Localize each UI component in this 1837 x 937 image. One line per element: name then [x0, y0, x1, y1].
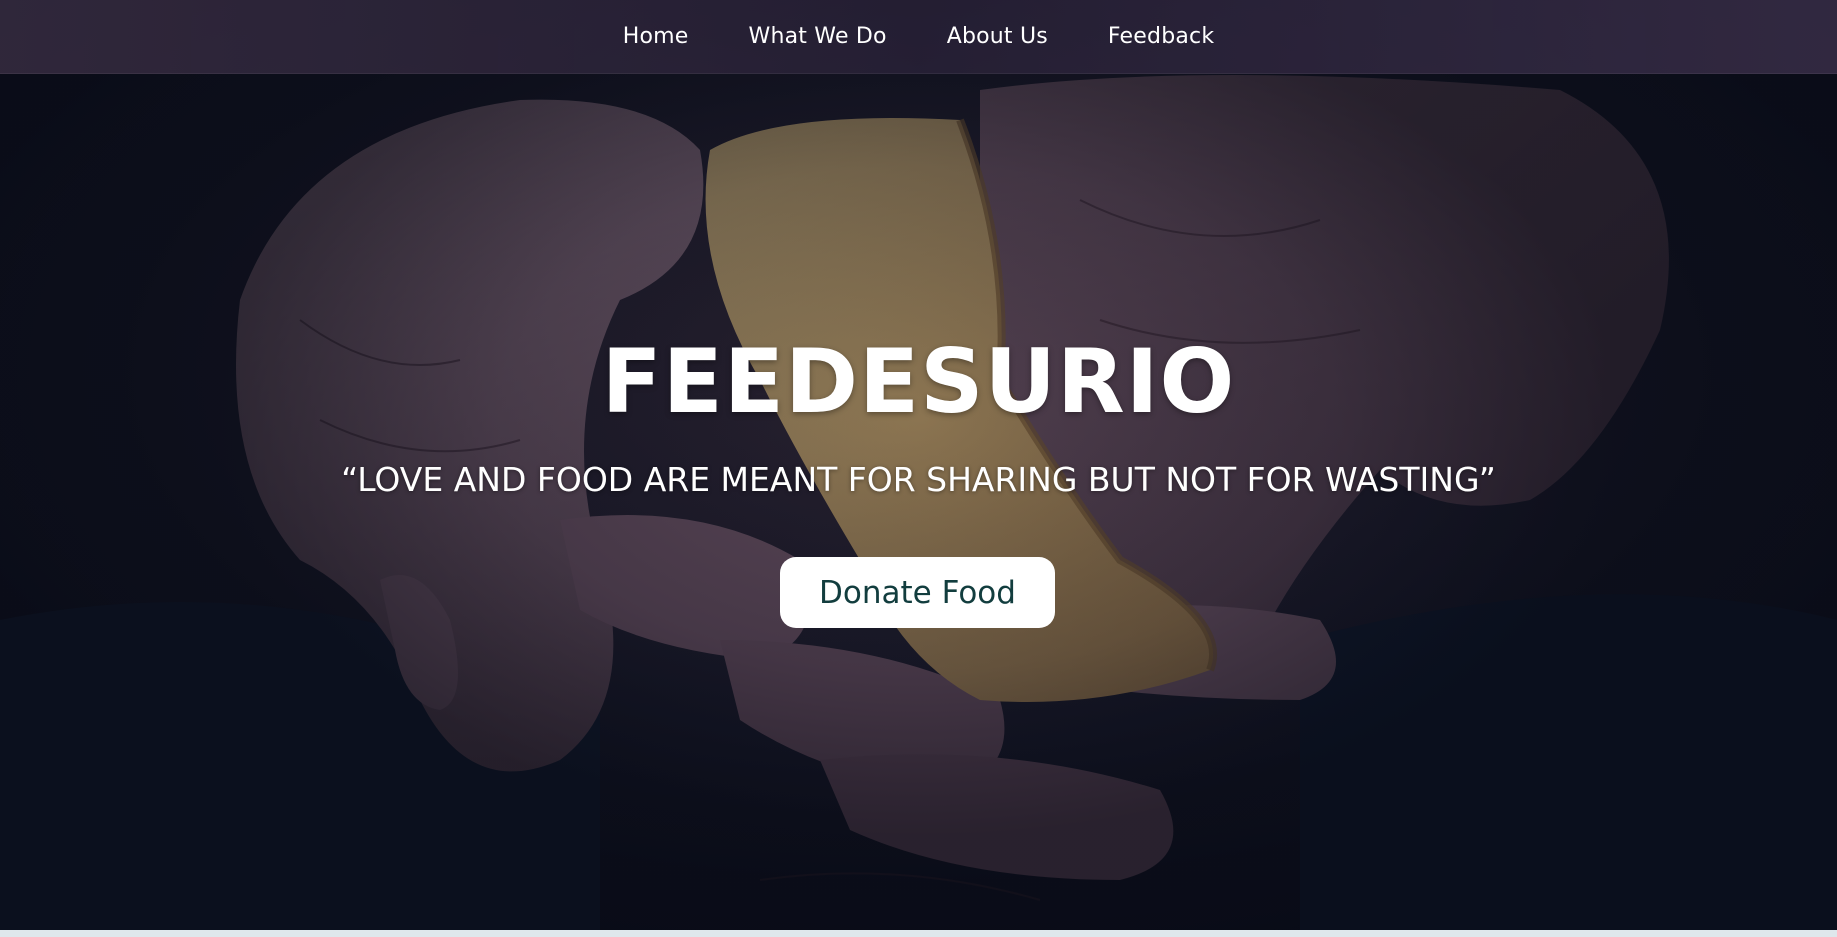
nav-links: Home What We Do About Us Feedback	[593, 24, 1245, 49]
nav-link-about-us[interactable]: About Us	[917, 24, 1078, 49]
nav-link-feedback[interactable]: Feedback	[1078, 24, 1244, 49]
nav-link-what-we-do[interactable]: What We Do	[719, 24, 917, 49]
donate-food-button[interactable]: Donate Food	[780, 557, 1055, 628]
page-bottom-edge	[0, 930, 1837, 937]
hero-tagline: “LOVE AND FOOD ARE MEANT FOR SHARING BUT…	[341, 460, 1496, 499]
nav-link-home[interactable]: Home	[593, 24, 719, 49]
top-navbar: Home What We Do About Us Feedback	[0, 0, 1837, 74]
hero-title: FEEDESURIO	[601, 330, 1236, 433]
page: Home What We Do About Us Feedback FEEDES…	[0, 0, 1837, 930]
